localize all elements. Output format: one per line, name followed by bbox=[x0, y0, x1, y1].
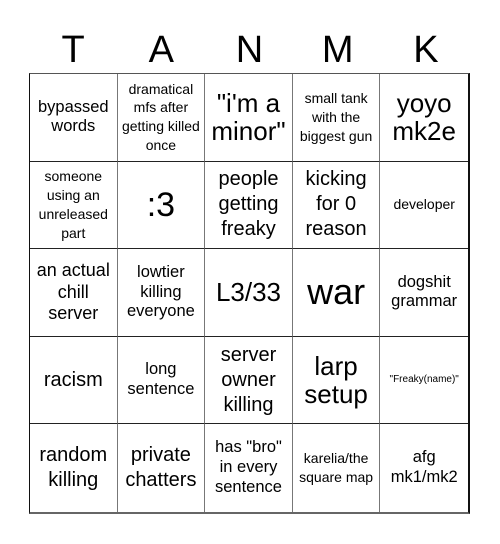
bingo-grid: bypassed words dramatical mfs after gett… bbox=[29, 73, 470, 514]
header-letter: N bbox=[235, 29, 264, 71]
bingo-cell[interactable]: dramatical mfs after getting killed once bbox=[117, 74, 206, 162]
bingo-cell[interactable]: kicking for 0 reason bbox=[292, 161, 381, 250]
bingo-cell[interactable]: an actual chill server bbox=[30, 249, 118, 337]
bingo-cell[interactable]: racism bbox=[30, 336, 118, 425]
bingo-cell[interactable]: "Freaky(name)" bbox=[380, 337, 468, 425]
header-letter: A bbox=[148, 29, 174, 71]
bingo-cell[interactable]: random killing bbox=[30, 424, 118, 512]
bingo-cell[interactable]: yoyo mk2e bbox=[380, 74, 468, 162]
bingo-cell[interactable]: karelia/the square map bbox=[293, 424, 381, 512]
bingo-cell[interactable]: people getting freaky bbox=[205, 161, 293, 250]
bingo-cell[interactable]: L3/33 bbox=[205, 249, 293, 337]
bingo-cell[interactable]: server owner killing bbox=[205, 336, 293, 425]
header-letter: M bbox=[321, 29, 354, 71]
bingo-cell[interactable]: :3 bbox=[117, 161, 206, 250]
bingo-cell[interactable]: "i'm a minor" bbox=[205, 74, 293, 162]
bingo-cell[interactable]: lowtier killing everyone bbox=[117, 249, 206, 337]
bingo-cell[interactable]: larp setup bbox=[292, 336, 381, 425]
bingo-cell[interactable]: bypassed words bbox=[30, 74, 118, 162]
bingo-cell[interactable]: private chatters bbox=[118, 424, 206, 512]
bingo-cell[interactable]: afg mk1/mk2 bbox=[380, 424, 468, 512]
bingo-header: T A N M K bbox=[29, 28, 470, 73]
bingo-cell[interactable]: dogshit grammar bbox=[380, 249, 468, 337]
header-letter: K bbox=[413, 29, 439, 71]
bingo-cell[interactable]: war bbox=[292, 249, 381, 337]
bingo-cell[interactable]: someone using an unreleased part bbox=[30, 161, 118, 250]
header-letter: T bbox=[61, 29, 85, 71]
bingo-cell[interactable]: long sentence bbox=[117, 336, 206, 425]
bingo-cell[interactable]: developer bbox=[380, 162, 468, 250]
bingo-cell[interactable]: small tank with the biggest gun bbox=[292, 74, 381, 162]
bingo-cell[interactable]: has "bro" in every sentence bbox=[205, 424, 293, 512]
